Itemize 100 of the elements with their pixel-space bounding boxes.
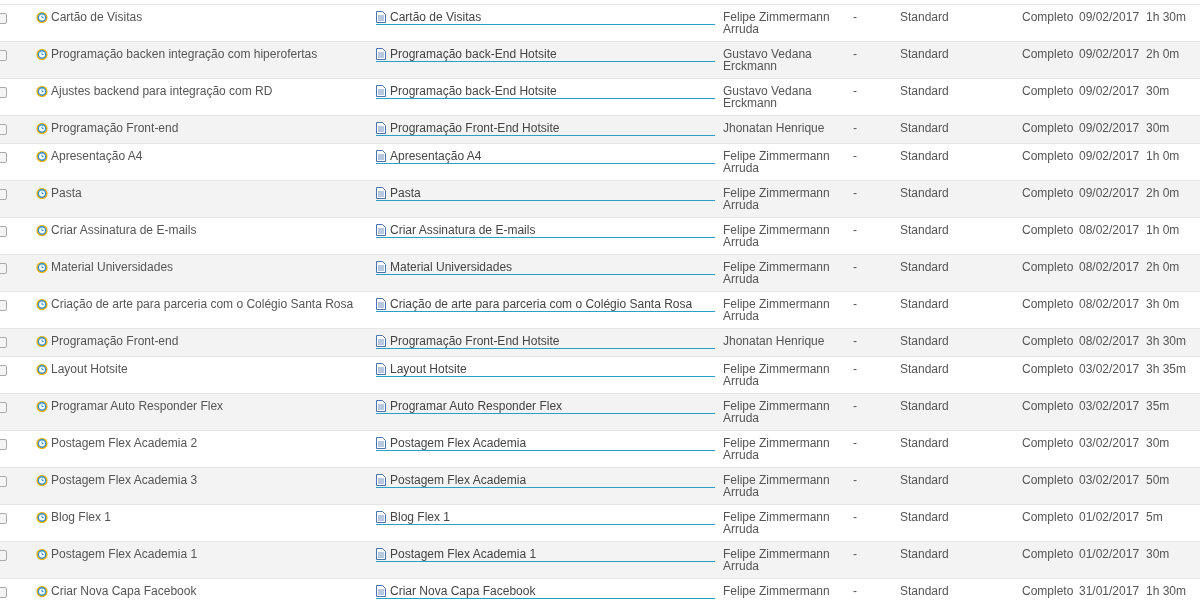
task-date: 31/01/2017 <box>1079 584 1140 598</box>
task-date: 09/02/2017 <box>1079 121 1140 135</box>
task-status: Completo <box>1022 47 1074 61</box>
table-cell: - <box>853 223 857 237</box>
clock-icon <box>36 363 48 375</box>
task-type: Standard <box>900 10 949 24</box>
task-date: 08/02/2017 <box>1079 334 1140 348</box>
clock-icon <box>36 298 48 310</box>
task-name: Programar Auto Responder Flex <box>51 400 224 412</box>
clock-icon <box>36 122 48 134</box>
project-link[interactable]: Blog Flex 1 <box>376 511 715 525</box>
task-name: Programação backen integração com hiperofertas <box>51 48 318 60</box>
task-type: Standard <box>900 334 949 348</box>
task-name: Postagem Flex Academia 1 <box>51 548 198 560</box>
task-type: Standard <box>900 149 949 163</box>
project-link[interactable]: Postagem Flex Academia 1 <box>376 548 715 562</box>
table-cell: - <box>853 84 857 98</box>
document-icon <box>376 11 386 23</box>
project-link[interactable]: Layout Hotsite <box>376 363 715 377</box>
table-cell: - <box>853 334 857 348</box>
document-icon <box>376 437 386 449</box>
assignee-name: Jhonatan Henrique <box>723 334 825 348</box>
assignee-name: Felipe Zimmermann <box>723 584 830 598</box>
table-cell: - <box>853 10 857 24</box>
task-duration: 2h 0m <box>1146 47 1180 61</box>
document-icon <box>376 363 386 375</box>
project-link[interactable]: Postagem Flex Academia <box>376 437 715 451</box>
task-date: 08/02/2017 <box>1079 297 1140 311</box>
project-link[interactable]: Pasta <box>376 187 715 201</box>
table-cell: - <box>853 399 857 413</box>
task-status: Completo <box>1022 473 1074 487</box>
clock-icon <box>36 85 48 97</box>
task-status: Completo <box>1022 10 1074 24</box>
task-status: Completo <box>1022 362 1074 376</box>
document-icon <box>376 548 386 560</box>
task-name: Criação de arte para parceria com o Colégio Santa Rosa <box>51 298 354 310</box>
task-date: 01/02/2017 <box>1079 547 1140 561</box>
project-link[interactable]: Criação de arte para parceria com o Colégio Santa Rosa <box>376 298 715 312</box>
task-duration: 30m <box>1146 547 1170 561</box>
task-type: Standard <box>900 47 949 61</box>
task-name: Postagem Flex Academia 3 <box>51 474 198 486</box>
project-link[interactable]: Cartão de Visitas <box>376 11 715 25</box>
task-status: Completo <box>1022 121 1074 135</box>
task-name: Postagem Flex Academia 2 <box>51 437 198 449</box>
assignee-name: Felipe Zimmermann Arruda <box>723 362 830 388</box>
task-name: Criar Nova Capa Facebook <box>51 585 197 597</box>
task-type: Standard <box>900 186 949 200</box>
task-type: Standard <box>900 584 949 598</box>
table-cell: - <box>853 121 857 135</box>
table-cell: - <box>853 584 857 598</box>
project-link[interactable]: Apresentação A4 <box>376 150 715 164</box>
task-status: Completo <box>1022 510 1074 524</box>
task-type: Standard <box>900 223 949 237</box>
task-duration: 30m <box>1146 121 1170 135</box>
task-type: Standard <box>900 297 949 311</box>
task-status: Completo <box>1022 84 1074 98</box>
document-icon <box>376 298 386 310</box>
project-link[interactable]: Programação back-End Hotsite <box>376 48 715 62</box>
task-date: 08/02/2017 <box>1079 260 1140 274</box>
clock-icon <box>36 261 48 273</box>
task-status: Completo <box>1022 297 1074 311</box>
task-duration: 50m <box>1146 473 1170 487</box>
project-link[interactable]: Programação Front-End Hotsite <box>376 122 715 136</box>
clock-icon <box>36 48 48 60</box>
project-link[interactable]: Criar Nova Capa Facebook <box>376 585 715 599</box>
task-status: Completo <box>1022 436 1074 450</box>
task-name: Cartão de Visitas <box>51 11 143 23</box>
project-link[interactable]: Postagem Flex Academia <box>376 474 715 488</box>
project-link[interactable]: Programação back-End Hotsite <box>376 85 715 99</box>
task-duration: 3h 30m <box>1146 334 1187 348</box>
task-duration: 30m <box>1146 84 1170 98</box>
task-date: 03/02/2017 <box>1079 362 1140 376</box>
project-link[interactable]: Programação Front-End Hotsite <box>376 335 715 349</box>
project-link[interactable]: Criar Assinatura de E-mails <box>376 224 715 238</box>
task-status: Completo <box>1022 547 1074 561</box>
clock-icon <box>36 187 48 199</box>
task-date: 09/02/2017 <box>1079 47 1140 61</box>
table-cell: - <box>853 510 857 524</box>
task-duration: 3h 35m <box>1146 362 1187 376</box>
document-icon <box>376 400 386 412</box>
task-duration: 35m <box>1146 399 1170 413</box>
document-icon <box>376 150 386 162</box>
task-duration: 1h 0m <box>1146 223 1180 237</box>
project-link[interactable]: Programar Auto Responder Flex <box>376 400 715 414</box>
task-type: Standard <box>900 260 949 274</box>
task-date: 09/02/2017 <box>1079 10 1140 24</box>
document-icon <box>376 474 386 486</box>
task-name: Pasta <box>51 187 82 199</box>
document-icon <box>376 335 386 347</box>
task-duration: 30m <box>1146 436 1170 450</box>
task-status: Completo <box>1022 260 1074 274</box>
task-duration: 2h 0m <box>1146 186 1180 200</box>
document-icon <box>376 122 386 134</box>
project-link[interactable]: Material Universidades <box>376 261 715 275</box>
task-status: Completo <box>1022 149 1074 163</box>
assignee-name: Felipe Zimmermann Arruda <box>723 223 830 249</box>
assignee-name: Felipe Zimmermann Arruda <box>723 149 830 175</box>
assignee-name: Felipe Zimmermann Arruda <box>723 473 830 499</box>
task-type: Standard <box>900 473 949 487</box>
task-name: Blog Flex 1 <box>51 511 112 523</box>
